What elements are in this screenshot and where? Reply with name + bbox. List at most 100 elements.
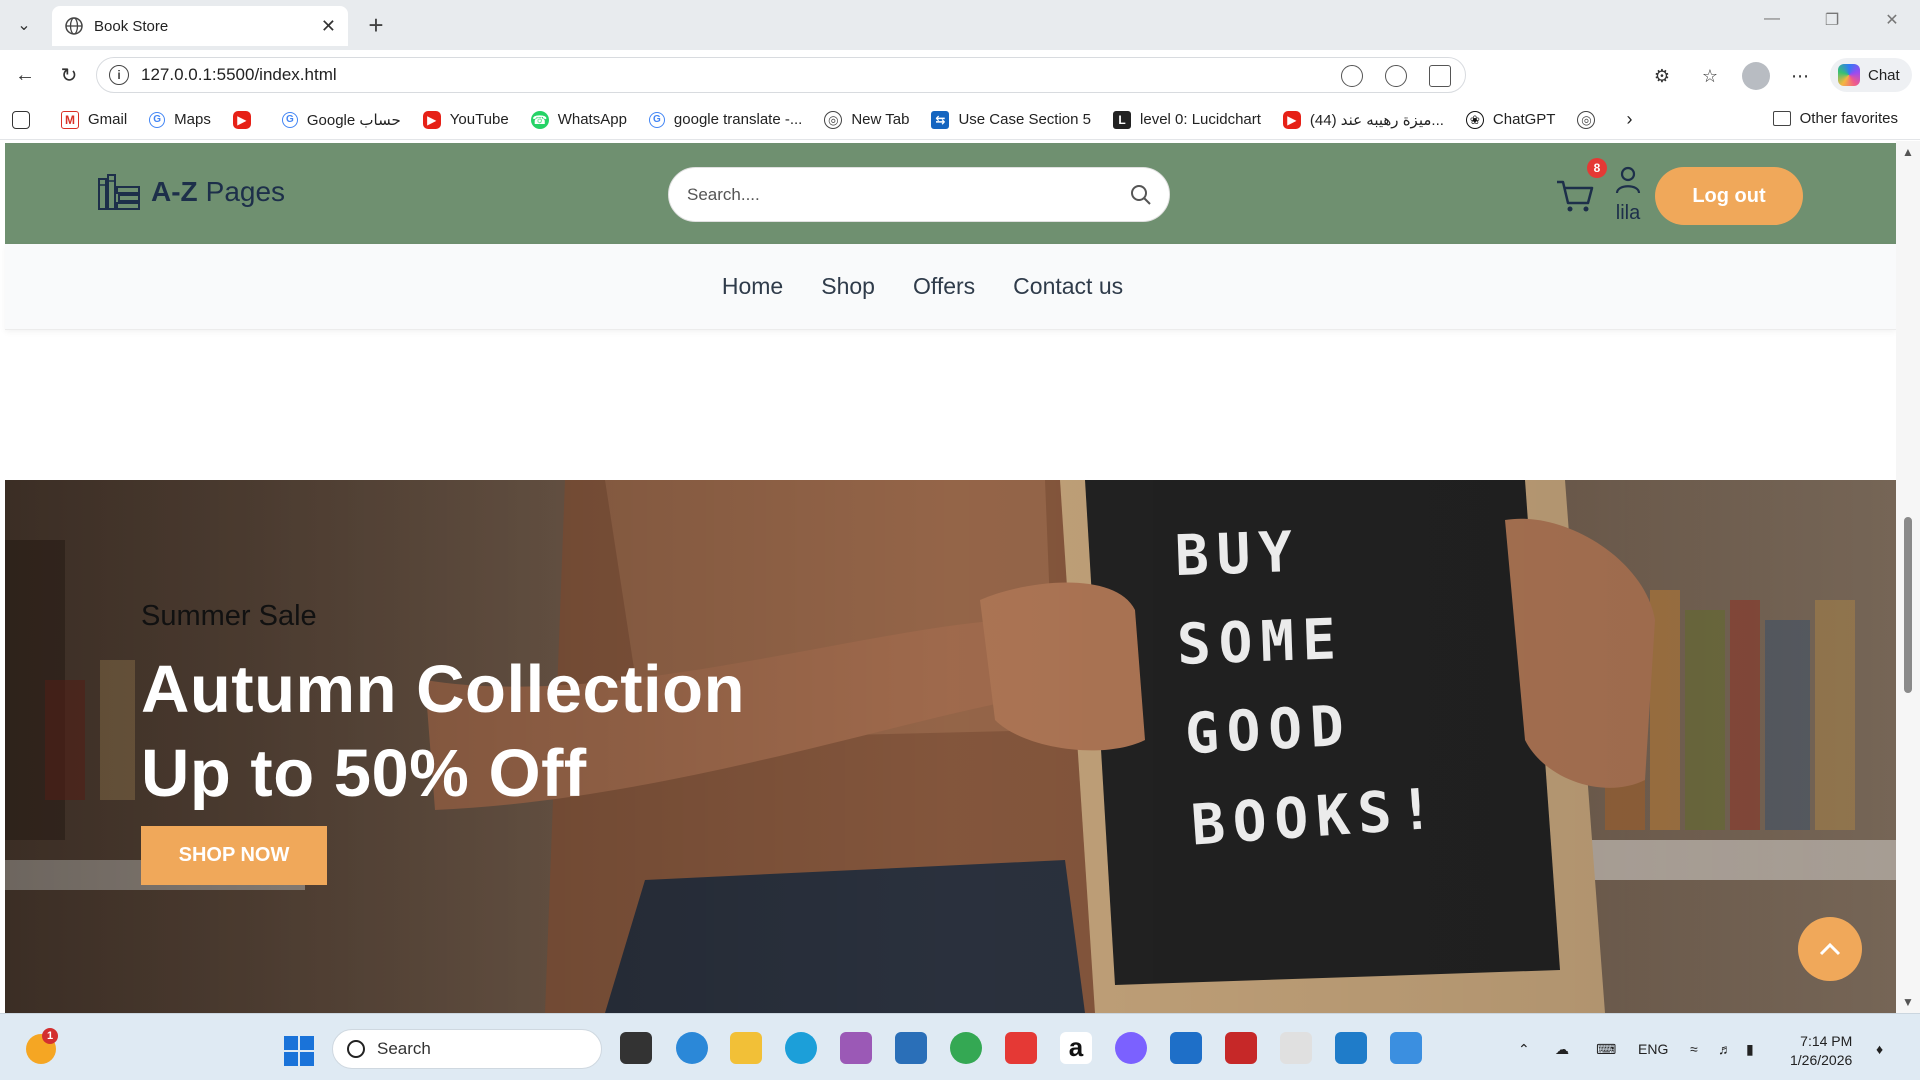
amazon-icon[interactable]: a bbox=[1060, 1032, 1092, 1064]
new-tab-icon[interactable]: + bbox=[360, 10, 392, 40]
language-indicator[interactable]: ENG bbox=[1638, 1041, 1668, 1057]
page-viewport: A-Z Pages 8 lila Log out Home Shop Offer… bbox=[0, 141, 1920, 1013]
mcafee-icon[interactable] bbox=[1225, 1032, 1257, 1064]
windows-start-icon[interactable] bbox=[284, 1036, 314, 1066]
back-arrow-icon[interactable]: ← bbox=[10, 62, 40, 88]
tab-list-chevron-icon[interactable]: ⌄ bbox=[8, 10, 40, 40]
scroll-down-arrow-icon[interactable]: ▼ bbox=[1902, 995, 1914, 1009]
taskbar-search[interactable]: Search bbox=[332, 1029, 602, 1069]
bookmarks-tray-icon[interactable] bbox=[12, 110, 39, 129]
folder-icon bbox=[1772, 111, 1791, 126]
browser-tab-bar: ⌄ Book Store ✕ + — ❐ ✕ bbox=[0, 0, 1920, 50]
bookmark-globe[interactable]: ◎ bbox=[1577, 110, 1604, 129]
nav-home[interactable]: Home bbox=[722, 273, 783, 300]
cart-icon[interactable] bbox=[1555, 177, 1595, 215]
onedrive-icon[interactable]: ☁ bbox=[1555, 1041, 1569, 1058]
books-logo-icon bbox=[98, 174, 140, 210]
window-close-icon[interactable]: ✕ bbox=[1872, 10, 1912, 30]
search-icon bbox=[347, 1040, 365, 1058]
bookmark-youtube[interactable]: ▶ YouTube bbox=[422, 110, 509, 129]
copilot-chat-button[interactable]: Chat bbox=[1830, 58, 1912, 92]
google-icon: G bbox=[648, 111, 665, 128]
shop-now-button[interactable]: SHOP NOW bbox=[141, 826, 327, 885]
bookmark-google-account[interactable]: G Google حساب bbox=[281, 111, 401, 129]
wps-office-icon[interactable] bbox=[1005, 1032, 1037, 1064]
logout-button[interactable]: Log out bbox=[1655, 167, 1803, 225]
globe-icon bbox=[65, 17, 83, 35]
main-nav: Home Shop Offers Contact us bbox=[5, 244, 1896, 330]
nav-offers[interactable]: Offers bbox=[913, 273, 975, 300]
hero-headline-line-1: Autumn Collection bbox=[141, 652, 746, 727]
bookmark-youtube-video[interactable]: ▶ bbox=[232, 110, 260, 129]
bookmark-google-translate[interactable]: Ggoogle translate -... bbox=[648, 111, 802, 128]
page-scrollbar[interactable]: ▲ ▼ bbox=[1896, 141, 1920, 1013]
taskbar-clock[interactable]: 7:14 PM 1/26/2026 bbox=[1790, 1032, 1852, 1070]
photos-icon[interactable] bbox=[1115, 1032, 1147, 1064]
site-header: A-Z Pages 8 lila Log out bbox=[5, 143, 1896, 244]
file-explorer-icon[interactable] bbox=[730, 1032, 762, 1064]
tab-close-icon[interactable]: ✕ bbox=[321, 16, 336, 37]
favorite-star-icon[interactable] bbox=[1429, 65, 1451, 87]
reading-mode-icon[interactable] bbox=[1385, 65, 1407, 87]
hero-headline-line-2: Up to 50% Off bbox=[141, 736, 587, 811]
show-hidden-icons-chevron-icon[interactable]: ⌃ bbox=[1518, 1041, 1530, 1058]
address-toolbar: ← ↻ i 127.0.0.1:5500/index.html ⚙ ☆ ⋯ Ch… bbox=[0, 50, 1920, 100]
copilot-app-icon[interactable] bbox=[840, 1032, 872, 1064]
bookmarks-overflow-chevron-icon[interactable]: › bbox=[1626, 109, 1632, 130]
hero-banner: BUY SOME GOOD BOOKS! Summer Sale Autumn … bbox=[5, 480, 1896, 1013]
site-info-icon[interactable]: i bbox=[109, 65, 129, 85]
nav-contact-us[interactable]: Contact us bbox=[1013, 273, 1123, 300]
brand-logo[interactable]: A-Z Pages bbox=[97, 173, 285, 211]
keyboard-icon[interactable]: ⌨ bbox=[1596, 1041, 1616, 1058]
scrollbar-thumb[interactable] bbox=[1904, 517, 1912, 693]
bookmark-new-tab[interactable]: ◎ New Tab bbox=[824, 110, 909, 129]
wifi-icon[interactable]: ≈ bbox=[1690, 1041, 1698, 1057]
google-icon: G bbox=[281, 111, 298, 128]
store-icon[interactable] bbox=[895, 1032, 927, 1064]
bookmark-whatsapp[interactable]: ☎ WhatsApp bbox=[530, 110, 627, 129]
bookmark-lucidchart[interactable]: Llevel 0: Lucidchart bbox=[1113, 110, 1261, 129]
bookmark-youtube-arabic[interactable]: ▶ (44) ميزة رهيبه عند... bbox=[1282, 110, 1444, 129]
url-text[interactable]: 127.0.0.1:5500/index.html bbox=[141, 65, 337, 85]
snipping-tool-icon[interactable] bbox=[1280, 1032, 1312, 1064]
minimize-icon[interactable]: — bbox=[1752, 10, 1792, 28]
globe-icon: ◎ bbox=[824, 110, 843, 129]
youtube-icon: ▶ bbox=[232, 110, 251, 129]
edge-browser-icon[interactable] bbox=[785, 1032, 817, 1064]
restore-icon[interactable]: ❐ bbox=[1812, 10, 1852, 30]
translate-icon[interactable] bbox=[1341, 65, 1363, 87]
battery-icon[interactable]: ▮ bbox=[1746, 1041, 1754, 1058]
nav-shop[interactable]: Shop bbox=[821, 273, 875, 300]
youtube-icon: ▶ bbox=[422, 110, 441, 129]
search-input[interactable] bbox=[687, 184, 1107, 205]
paint-icon[interactable] bbox=[1390, 1032, 1422, 1064]
bookmark-gmail[interactable]: M Gmail bbox=[61, 110, 127, 129]
scroll-up-arrow-icon[interactable]: ▲ bbox=[1902, 145, 1914, 159]
gmail-icon: M bbox=[61, 110, 79, 129]
bookmark-chatgpt[interactable]: ❀ ChatGPT bbox=[1465, 110, 1555, 129]
notifications-bell-icon[interactable]: ♦ bbox=[1876, 1041, 1883, 1057]
profile-avatar[interactable] bbox=[1742, 62, 1770, 90]
chatgpt-icon: ❀ bbox=[1465, 110, 1484, 129]
search-icon[interactable] bbox=[1129, 183, 1153, 207]
chrome-icon[interactable] bbox=[950, 1032, 982, 1064]
favorites-icon[interactable]: ☆ bbox=[1698, 64, 1722, 88]
outlook-icon[interactable] bbox=[1170, 1032, 1202, 1064]
youtube-icon: ▶ bbox=[1282, 110, 1301, 129]
back-to-top-button[interactable] bbox=[1798, 917, 1862, 981]
bookmark-use-case[interactable]: ⇆ Use Case Section 5 bbox=[931, 110, 1091, 129]
task-view-icon[interactable] bbox=[620, 1032, 652, 1064]
vscode-icon[interactable] bbox=[1335, 1032, 1367, 1064]
search-box bbox=[668, 167, 1170, 222]
refresh-icon[interactable]: ↻ bbox=[54, 62, 84, 88]
copilot-taskbar-icon[interactable] bbox=[676, 1032, 708, 1064]
bookmark-maps[interactable]: G Maps bbox=[149, 111, 211, 128]
more-menu-icon[interactable]: ⋯ bbox=[1788, 64, 1812, 88]
url-bar[interactable]: i 127.0.0.1:5500/index.html bbox=[96, 57, 1466, 93]
browser-tab[interactable]: Book Store ✕ bbox=[52, 6, 348, 46]
other-favorites-folder[interactable]: Other favorites bbox=[1772, 110, 1898, 127]
clock-date: 1/26/2026 bbox=[1790, 1052, 1853, 1068]
user-account[interactable]: lila bbox=[1603, 165, 1653, 225]
volume-icon[interactable]: ♬ bbox=[1718, 1041, 1732, 1057]
extensions-icon[interactable]: ⚙ bbox=[1650, 64, 1674, 88]
